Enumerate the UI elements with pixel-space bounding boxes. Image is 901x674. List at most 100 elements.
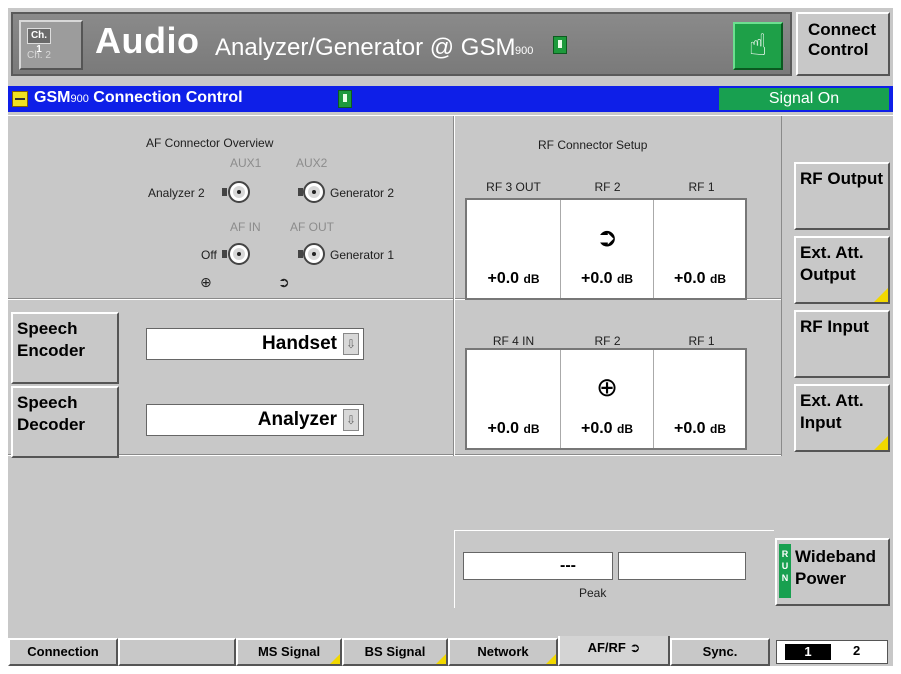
divider bbox=[454, 530, 455, 608]
rf-input-button-label: RF Input bbox=[800, 317, 869, 336]
ext-att-input-button-label: Ext. Att. Input bbox=[800, 391, 864, 432]
af-overview-heading: AF Connector Overview bbox=[146, 136, 274, 150]
divider bbox=[781, 116, 782, 456]
off-label: Off bbox=[201, 248, 217, 262]
af-in-connector-icon bbox=[228, 243, 250, 265]
rf-output-header-1: RF 3 OUT bbox=[486, 180, 541, 194]
tab-sync[interactable]: Sync. bbox=[670, 638, 770, 666]
unit-label: dB bbox=[617, 422, 634, 436]
aux1-connector-icon bbox=[228, 181, 250, 203]
page-indicator[interactable]: 1 2 bbox=[776, 640, 888, 664]
softkey-corner-marker bbox=[874, 436, 888, 450]
unit-label: dB bbox=[710, 272, 727, 286]
ext-att-output-button[interactable]: Ext. Att. Output bbox=[794, 236, 890, 304]
rf1-out-value: +0.0 bbox=[673, 270, 706, 287]
connection-control-header: GSM900 Connection Control Signal On bbox=[8, 86, 893, 112]
title-bar: Ch. 1 Ch. 2 Audio Analyzer/Generator @ G… bbox=[8, 8, 893, 80]
peak-readout-secondary bbox=[618, 552, 746, 580]
ext-att-input-button[interactable]: Ext. Att. Input bbox=[794, 384, 890, 452]
connect-control-button[interactable]: Connect Control bbox=[796, 12, 890, 76]
mobile-phone-icon bbox=[553, 36, 567, 54]
rf-input-header-1: RF 4 IN bbox=[492, 334, 535, 348]
input-arrow-icon: ⊕ bbox=[200, 274, 212, 290]
rf1-in-cell: +0.0 dB bbox=[653, 350, 746, 448]
rf2-in-level: +0.0 dB bbox=[561, 420, 653, 438]
page-subtitle-band: 900 bbox=[515, 45, 534, 57]
rf-output-button[interactable]: RF Output bbox=[794, 162, 890, 230]
title-panel: Ch. 1 Ch. 2 Audio Analyzer/Generator @ G… bbox=[11, 12, 792, 76]
speech-encoder-button[interactable]: Speech Encoder bbox=[11, 312, 119, 384]
rf-input-header-3: RF 1 bbox=[688, 334, 715, 348]
tab-ms-signal[interactable]: MS Signal bbox=[236, 638, 342, 666]
rf2-out-cell: ➲ +0.0 dB bbox=[560, 200, 653, 298]
connector-pin-icon bbox=[298, 188, 303, 196]
minimize-icon[interactable] bbox=[12, 91, 28, 107]
rf-input-header-2: RF 2 bbox=[594, 334, 621, 348]
rf4-in-value: +0.0 bbox=[487, 420, 520, 437]
wideband-power-label: Wideband Power bbox=[795, 547, 877, 588]
page-2[interactable]: 2 bbox=[853, 643, 860, 658]
af-out-connector-icon bbox=[303, 243, 325, 265]
rf-setup-heading: RF Connector Setup bbox=[538, 138, 648, 152]
rf-output-header-2: RF 2 bbox=[594, 180, 621, 194]
generator-2-label: Generator 2 bbox=[330, 186, 395, 200]
rf-output-button-label: RF Output bbox=[800, 169, 884, 188]
speech-decoder-button[interactable]: Speech Decoder bbox=[11, 386, 119, 458]
hand-pointer-icon[interactable]: ☝ bbox=[733, 22, 783, 70]
rf-input-panel: +0.0 dB ⊕ +0.0 dB +0.0 dB bbox=[465, 348, 747, 450]
rf3-out-value: +0.0 bbox=[487, 270, 520, 287]
aux2-label: AUX2 bbox=[296, 156, 328, 170]
tab-ms-signal-label: MS Signal bbox=[257, 644, 321, 659]
divider bbox=[454, 530, 774, 531]
channel-selector[interactable]: Ch. 1 Ch. 2 bbox=[19, 20, 83, 70]
tab-network[interactable]: Network bbox=[448, 638, 558, 666]
chevron-down-icon[interactable]: ⇩ bbox=[343, 333, 359, 355]
softkey-corner-marker bbox=[546, 654, 556, 664]
output-arrow-icon: ➲ bbox=[278, 274, 290, 290]
rf-output-symbol-icon: ➲ bbox=[629, 640, 641, 655]
ext-att-output-button-label: Ext. Att. Output bbox=[800, 243, 864, 284]
rf-output-header-3: RF 1 bbox=[688, 180, 715, 194]
divider bbox=[454, 116, 455, 456]
rf1-in-level: +0.0 dB bbox=[654, 420, 746, 438]
connector-pin-icon bbox=[222, 188, 227, 196]
tab-empty[interactable] bbox=[118, 638, 236, 666]
aux2-connector-icon bbox=[303, 181, 325, 203]
header-title: GSM900 Connection Control bbox=[34, 89, 243, 107]
wideband-power-button[interactable]: RUN Wideband Power bbox=[775, 538, 890, 606]
rf-input-button[interactable]: RF Input bbox=[794, 310, 890, 378]
speech-encoder-label: Speech Encoder bbox=[17, 319, 86, 360]
analyzer-2-label: Analyzer 2 bbox=[148, 186, 205, 200]
run-indicator-text: RUN bbox=[781, 549, 789, 583]
channel-1-label[interactable]: Ch. 1 bbox=[27, 28, 51, 55]
rf1-out-level: +0.0 dB bbox=[654, 270, 746, 288]
rf3-out-cell: +0.0 dB bbox=[467, 200, 560, 298]
tab-af-rf[interactable]: AF/RF ➲ bbox=[558, 636, 670, 666]
rf2-in-value: +0.0 bbox=[580, 420, 613, 437]
channel-2-label[interactable]: Ch. 2 bbox=[27, 50, 51, 61]
unit-label: dB bbox=[523, 422, 540, 436]
connector-pin-icon bbox=[222, 250, 227, 258]
tab-connection[interactable]: Connection bbox=[8, 638, 118, 666]
tab-bs-signal[interactable]: BS Signal bbox=[342, 638, 448, 666]
run-indicator: RUN bbox=[779, 544, 791, 598]
speech-decoder-label: Speech Decoder bbox=[17, 393, 86, 434]
chevron-down-icon[interactable]: ⇩ bbox=[343, 409, 359, 431]
page-1[interactable]: 1 bbox=[785, 644, 831, 660]
speech-decoder-select[interactable]: Analyzer ⇩ bbox=[146, 404, 364, 436]
softkey-corner-marker bbox=[436, 654, 446, 664]
tab-af-rf-label: AF/RF bbox=[587, 640, 626, 655]
speech-decoder-value: Analyzer bbox=[257, 409, 337, 430]
peak-readout: --- bbox=[463, 552, 613, 580]
tab-bar: Connection MS Signal BS Signal Network A… bbox=[8, 636, 893, 666]
rf2-out-value: +0.0 bbox=[580, 270, 613, 287]
unit-label: dB bbox=[523, 272, 540, 286]
peak-label: Peak bbox=[579, 586, 607, 600]
speech-encoder-value: Handset bbox=[262, 333, 337, 354]
softkey-corner-marker bbox=[874, 288, 888, 302]
instrument-screen: Ch. 1 Ch. 2 Audio Analyzer/Generator @ G… bbox=[8, 8, 893, 666]
rf2-in-cell: ⊕ +0.0 dB bbox=[560, 350, 653, 448]
divider bbox=[8, 115, 893, 116]
header-title-text: Connection Control bbox=[93, 89, 243, 106]
speech-encoder-select[interactable]: Handset ⇩ bbox=[146, 328, 364, 360]
